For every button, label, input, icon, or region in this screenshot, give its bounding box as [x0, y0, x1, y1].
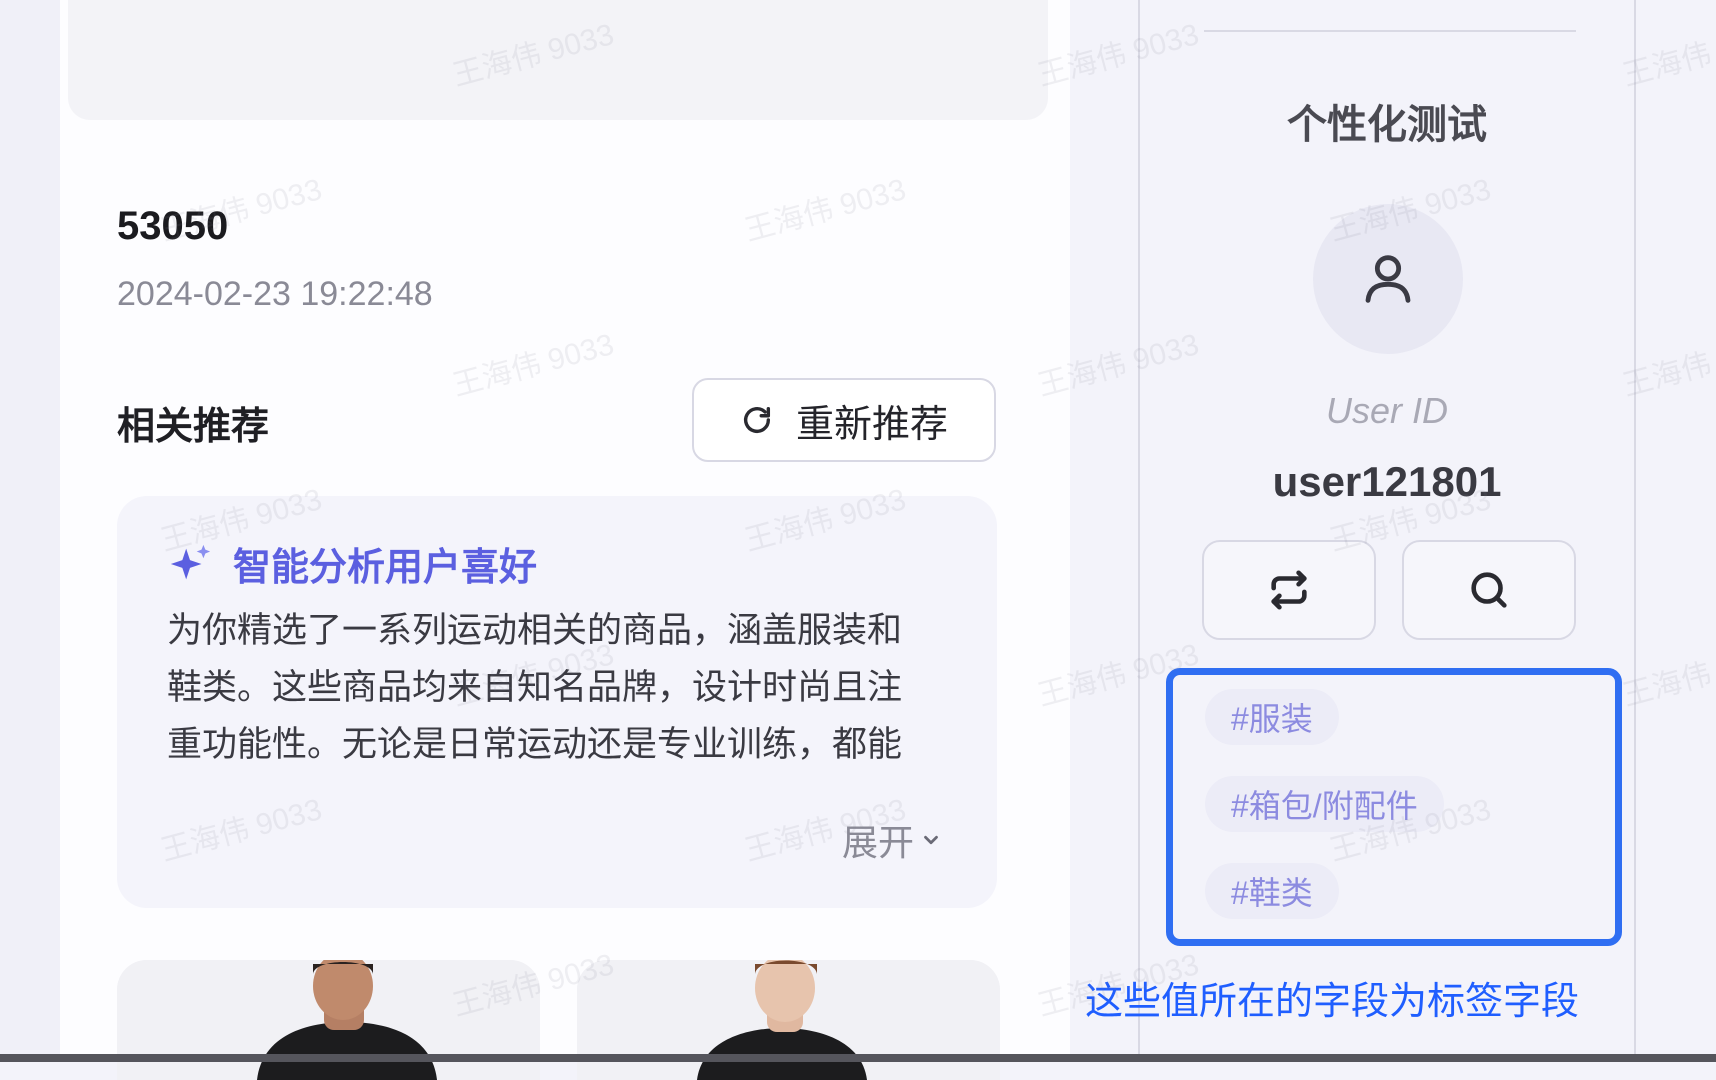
product-card[interactable] — [577, 960, 1000, 1080]
product-image — [117, 960, 540, 1080]
avatar — [1313, 204, 1463, 354]
product-card[interactable] — [117, 960, 540, 1080]
ai-analysis-header: 智能分析用户喜好 — [167, 536, 537, 591]
main-content: 53050 2024-02-23 19:22:48 相关推荐 重新推荐 智能分析… — [60, 0, 1070, 1080]
refresh-recommend-button[interactable]: 重新推荐 — [692, 378, 996, 462]
chevron-down-icon — [924, 835, 938, 845]
switch-icon — [1271, 570, 1307, 610]
refresh-icon — [743, 406, 771, 433]
ai-analysis-text-container: 为你精选了一系列运动相关的商品，涵盖服装和鞋类。这些商品均来自知名品牌，设计时尚… — [167, 602, 927, 782]
section-title: 相关推荐 — [117, 406, 270, 448]
top-card — [68, 0, 1048, 120]
ai-analysis-card: 智能分析用户喜好 为你精选了一系列运动相关的商品，涵盖服装和鞋类。这些商品均来自… — [117, 496, 997, 908]
panel-divider — [1204, 30, 1576, 32]
annotation-text: 这些值所在的字段为标签字段 — [1085, 981, 1580, 1023]
product-image — [577, 960, 1000, 1080]
tags-highlight-box: #服装 #箱包/附配件 #鞋类 — [1166, 668, 1622, 946]
user-id-label: User ID — [1325, 390, 1448, 431]
tag-item[interactable]: #服装 — [1205, 689, 1339, 745]
ai-analysis-title: 智能分析用户喜好 — [233, 547, 538, 589]
expand-label: 展开 — [841, 822, 914, 863]
switch-user-button[interactable] — [1202, 540, 1376, 640]
order-id: 53050 — [117, 204, 229, 248]
order-datetime: 2024-02-23 19:22:48 — [117, 275, 433, 313]
search-icon — [1471, 572, 1507, 608]
tag-item[interactable]: #鞋类 — [1205, 863, 1339, 919]
user-icon — [1365, 255, 1411, 303]
user-id-value: user121801 — [1272, 458, 1502, 505]
panel-title: 个性化测试 — [1287, 103, 1487, 147]
ai-analysis-text: 为你精选了一系列运动相关的商品，涵盖服装和鞋类。这些商品均来自知名品牌，设计时尚… — [167, 611, 903, 764]
left-background-strip — [0, 0, 60, 1062]
sparkle-icon — [170, 544, 211, 579]
refresh-recommend-label: 重新推荐 — [795, 403, 948, 446]
search-user-button[interactable] — [1402, 540, 1576, 640]
tag-item[interactable]: #箱包/附配件 — [1205, 776, 1444, 832]
expand-button[interactable]: 展开 — [842, 814, 942, 866]
bottom-bar — [0, 1054, 1716, 1062]
